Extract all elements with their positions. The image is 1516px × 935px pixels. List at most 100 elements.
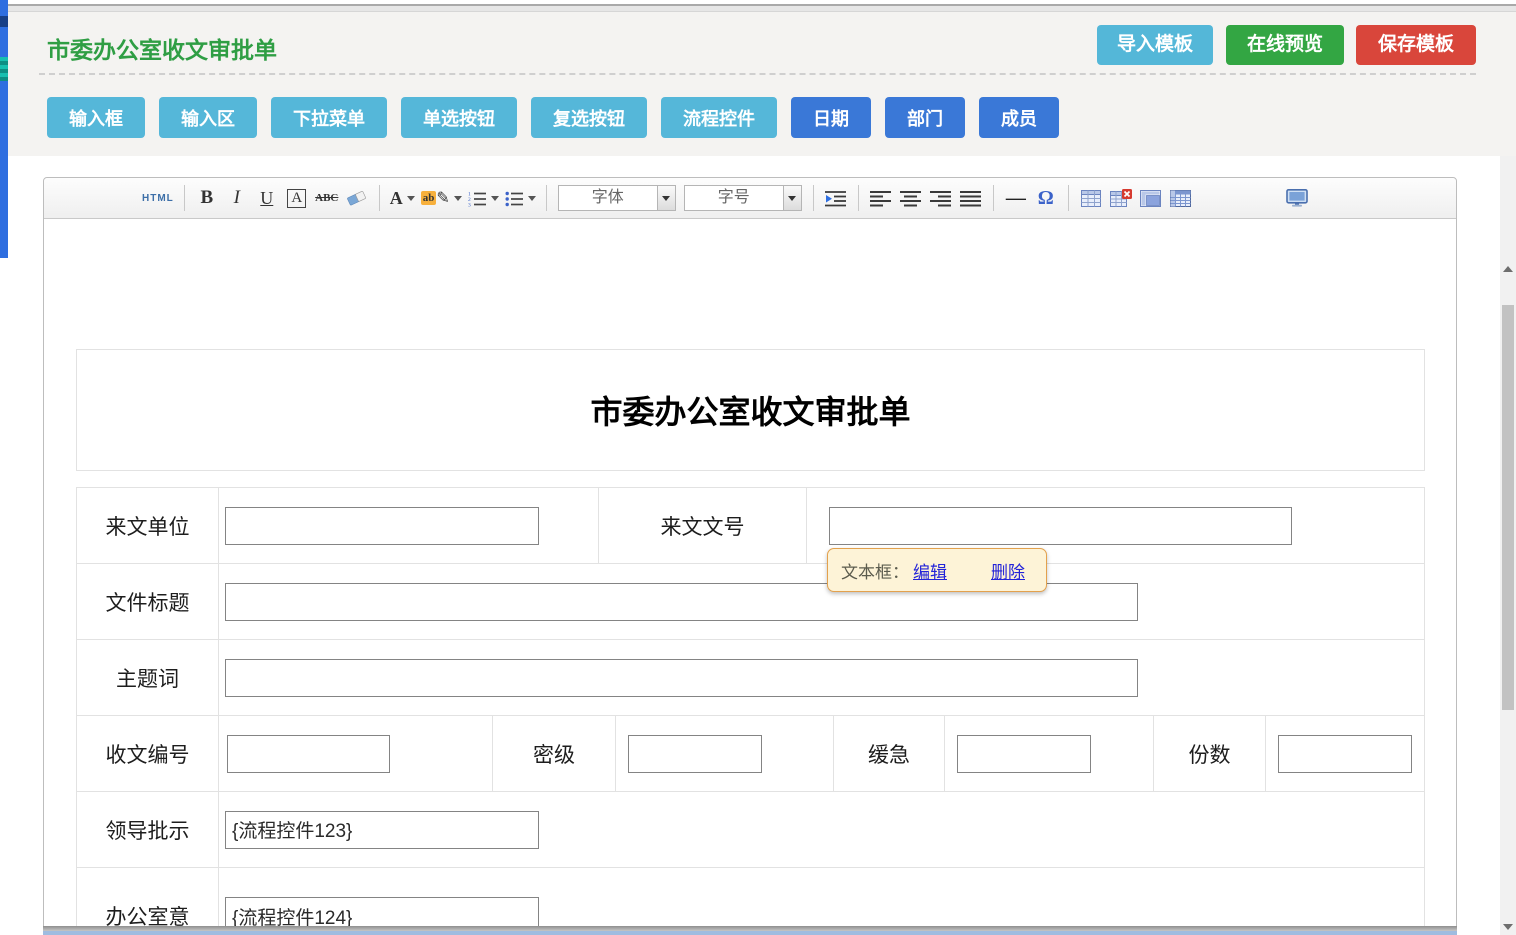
align-justify-button[interactable] — [959, 184, 983, 212]
cell-copies — [1266, 716, 1424, 791]
align-right-icon — [930, 190, 951, 207]
header: 市委办公室收文审批单 导入模板 在线预览 保存模板 输入框 输入区 下拉菜单 单… — [8, 12, 1516, 156]
cell-office-opinion — [219, 868, 1424, 935]
unordered-list-icon — [505, 190, 524, 207]
toolbar-separator — [546, 185, 547, 211]
bold-button[interactable]: B — [195, 184, 219, 212]
cell-urgency — [945, 716, 1154, 791]
form-title-box: 市委办公室收文审批单 — [76, 349, 1425, 471]
unordered-list-button[interactable] — [505, 184, 536, 212]
table-row: 文件标题 — [77, 564, 1424, 640]
doc-number-input[interactable] — [829, 507, 1292, 545]
align-center-button[interactable] — [899, 184, 923, 212]
security-level-input[interactable] — [628, 735, 762, 773]
dashed-separator — [39, 73, 1476, 75]
copies-input[interactable] — [1278, 735, 1412, 773]
label-copies: 份数 — [1154, 716, 1266, 791]
left-edge-mark — [0, 57, 8, 81]
urgency-input[interactable] — [957, 735, 1091, 773]
leader-instructions-input[interactable] — [225, 811, 539, 849]
font-family-dropdown-button[interactable] — [657, 186, 675, 210]
eraser-icon — [346, 189, 368, 207]
editor-document[interactable]: 市委办公室收文审批单 来文单位 来文文号 文件标题 — [44, 219, 1456, 934]
font-size-dropdown-button[interactable] — [783, 186, 801, 210]
add-date-button[interactable]: 日期 — [791, 97, 871, 138]
page-title: 市委办公室收文审批单 — [47, 31, 277, 65]
scroll-down-arrow-icon[interactable] — [1503, 924, 1513, 930]
toolbar-separator — [813, 185, 814, 211]
table-row: 领导批示 — [77, 792, 1424, 868]
delete-table-button[interactable] — [1109, 184, 1133, 212]
add-dropdown-button[interactable]: 下拉菜单 — [271, 97, 387, 138]
chevron-down-icon — [788, 196, 796, 201]
delete-table-icon — [1110, 189, 1132, 207]
font-color-button[interactable]: A — [390, 184, 415, 212]
page: 市委办公室收文审批单 导入模板 在线预览 保存模板 输入框 输入区 下拉菜单 单… — [0, 0, 1516, 935]
incoming-unit-input[interactable] — [225, 507, 539, 545]
import-template-button[interactable]: 导入模板 — [1097, 25, 1213, 65]
italic-button[interactable]: I — [225, 184, 249, 212]
label-receipt-number: 收文编号 — [77, 716, 219, 791]
ordered-list-icon: 1 2 3 — [468, 190, 487, 207]
cell-subject-words — [219, 640, 1424, 715]
add-department-button[interactable]: 部门 — [885, 97, 965, 138]
font-family-select[interactable]: 字体 — [558, 185, 676, 211]
align-right-button[interactable] — [929, 184, 953, 212]
cell-incoming-unit — [219, 488, 599, 563]
table-properties-icon — [1170, 190, 1191, 207]
add-radio-button[interactable]: 单选按钮 — [401, 97, 517, 138]
chevron-down-icon — [528, 196, 536, 201]
label-security-level: 密级 — [493, 716, 616, 791]
cell-leader-instructions — [219, 792, 1424, 867]
delete-field-link[interactable]: 删除 — [991, 558, 1025, 583]
scrollbar-thumb[interactable] — [1502, 305, 1514, 710]
table-cell-button[interactable] — [1139, 184, 1163, 212]
chevron-down-icon — [491, 196, 499, 201]
save-template-button[interactable]: 保存模板 — [1356, 25, 1476, 65]
cell-doc-title — [219, 564, 1424, 639]
insert-table-button[interactable] — [1079, 184, 1103, 212]
indent-icon — [825, 190, 846, 207]
align-center-icon — [900, 190, 921, 207]
table-properties-button[interactable] — [1169, 184, 1193, 212]
cell-receipt-number — [219, 716, 493, 791]
chevron-down-icon — [454, 196, 462, 201]
add-checkbox-button[interactable]: 复选按钮 — [531, 97, 647, 138]
ordered-list-button[interactable]: 1 2 3 — [468, 184, 499, 212]
border-text-button[interactable]: A — [287, 189, 306, 208]
add-flow-control-button[interactable]: 流程控件 — [661, 97, 777, 138]
align-left-icon — [870, 190, 891, 207]
field-action-tooltip: 文本框： 编辑 删除 — [827, 548, 1047, 592]
highlight-button[interactable]: ab ✎ — [421, 184, 462, 212]
vertical-scrollbar[interactable] — [1500, 156, 1516, 935]
html-source-button[interactable]: HTML — [142, 184, 174, 212]
indent-button[interactable] — [824, 184, 848, 212]
scroll-up-arrow-icon[interactable] — [1503, 266, 1513, 272]
fullscreen-button[interactable] — [1285, 184, 1309, 212]
edit-field-link[interactable]: 编辑 — [913, 558, 947, 583]
special-char-button[interactable]: Ω — [1034, 184, 1058, 212]
chevron-down-icon — [662, 196, 670, 201]
font-size-select[interactable]: 字号 — [684, 185, 802, 211]
cell-security-level — [616, 716, 834, 791]
label-subject-words: 主题词 — [77, 640, 219, 715]
add-member-button[interactable]: 成员 — [979, 97, 1059, 138]
subject-words-input[interactable] — [225, 659, 1138, 697]
label-leader-instructions: 领导批示 — [77, 792, 219, 867]
underline-button[interactable]: U — [255, 184, 279, 212]
chevron-down-icon — [407, 196, 415, 201]
svg-text:3: 3 — [468, 202, 471, 207]
form-title: 市委办公室收文审批单 — [590, 387, 910, 433]
receipt-number-input[interactable] — [227, 735, 390, 773]
online-preview-button[interactable]: 在线预览 — [1226, 25, 1344, 65]
add-input-box-button[interactable]: 输入框 — [47, 97, 145, 138]
eraser-button[interactable] — [345, 184, 369, 212]
align-justify-icon — [960, 190, 981, 207]
left-edge-panel — [0, 0, 8, 258]
horizontal-rule-button[interactable]: — — [1004, 184, 1028, 212]
toolbar-separator — [184, 185, 185, 211]
align-left-button[interactable] — [869, 184, 893, 212]
strikethrough-button[interactable]: ABC — [315, 184, 339, 212]
toolbar-separator — [1068, 185, 1069, 211]
add-textarea-button[interactable]: 输入区 — [159, 97, 257, 138]
